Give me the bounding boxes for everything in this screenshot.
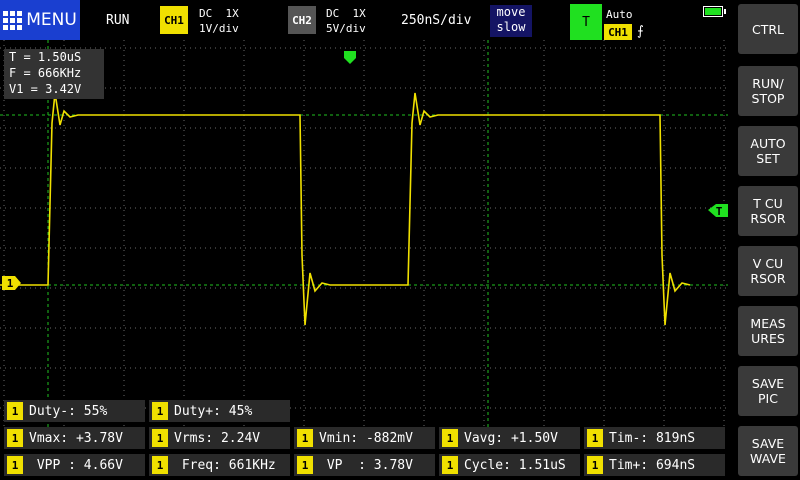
measure-text: Vmax: +3.78V	[29, 430, 123, 446]
cursor-lines	[0, 40, 728, 428]
ch1-badge-small: 1	[587, 429, 603, 447]
move-speed: slow	[496, 20, 526, 34]
measure-text: VPP : 4.66V	[29, 457, 123, 473]
ch1-ground-label: 1	[7, 277, 14, 290]
ch1-badge-small: 1	[152, 402, 168, 420]
plot-grid	[0, 40, 728, 428]
timebase[interactable]: 250nS/div	[401, 13, 471, 28]
ch1-badge[interactable]: CH1	[160, 6, 188, 34]
side-menu: CTRL RUN/ STOP AUTO SET T CU RSOR V CU R…	[736, 0, 800, 480]
ch1-badge-small: 1	[442, 456, 458, 474]
measure-text: Tim-: 819nS	[609, 430, 696, 446]
ch1-badge-small: 1	[152, 429, 168, 447]
measure-vpp[interactable]: 1 VPP : 4.66V	[4, 454, 145, 476]
measure-vp[interactable]: 1 VP : 3.78V	[294, 454, 435, 476]
battery-icon	[703, 6, 726, 17]
ch2-probe: 1X	[352, 7, 366, 20]
save-wave-button[interactable]: SAVE WAVE	[738, 426, 798, 476]
rising-edge-icon: ⨍	[637, 24, 644, 39]
ch1-badge-small: 1	[297, 456, 313, 474]
measure-vmax[interactable]: 1 Vmax: +3.78V	[4, 427, 145, 449]
measure-text: Vrms: 2.24V	[174, 430, 261, 446]
trigger-button[interactable]: T	[570, 4, 602, 40]
measures-button[interactable]: MEAS URES	[738, 306, 798, 356]
trigger-position-marker	[344, 51, 356, 64]
measure-text: Freq: 661KHz	[174, 457, 276, 473]
trigger-level-label: T	[716, 205, 723, 218]
grid-menu-icon	[3, 10, 23, 30]
ctrl-button[interactable]: CTRL	[738, 4, 798, 54]
move-speed-toggle[interactable]: move slow	[490, 5, 532, 37]
ch1-probe: 1X	[225, 7, 239, 20]
measure-text: Duty-: 55%	[29, 403, 108, 419]
measure-text: Vavg: +1.50V	[464, 430, 558, 446]
save-pic-button[interactable]: SAVE PIC	[738, 366, 798, 416]
auto-set-button[interactable]: AUTO SET	[738, 126, 798, 176]
measure-freq[interactable]: 1 Freq: 661KHz	[149, 454, 290, 476]
ch1-badge-small: 1	[7, 402, 23, 420]
menu-button[interactable]: MENU	[0, 0, 80, 40]
trigger-mode: Auto	[606, 8, 633, 21]
menu-label: MENU	[26, 10, 77, 30]
ch1-badge-small: 1	[442, 429, 458, 447]
ch1-badge-small: 1	[587, 456, 603, 474]
t-cursor-button[interactable]: T CU RSOR	[738, 186, 798, 236]
measure-text: Duty+: 45%	[174, 403, 253, 419]
frequency-readout: F = 666KHz	[9, 66, 82, 80]
ch1-badge-small: 1	[152, 456, 168, 474]
ch1-coupling: DC	[199, 7, 213, 20]
measure-tim-plus[interactable]: 1 Tim+: 694nS	[584, 454, 725, 476]
measure-text: Cycle: 1.51uS	[464, 457, 566, 473]
measure-vrms[interactable]: 1 Vrms: 2.24V	[149, 427, 290, 449]
ch1-badge-small: 1	[7, 429, 23, 447]
ch1-badge-small: 1	[297, 429, 313, 447]
measure-text: VP : 3.78V	[319, 457, 413, 473]
measure-vmin[interactable]: 1 Vmin: -882mV	[294, 427, 435, 449]
measure-vavg[interactable]: 1 Vavg: +1.50V	[439, 427, 580, 449]
ch1-badge-small: 1	[7, 456, 23, 474]
period-readout: T = 1.50uS	[9, 50, 82, 64]
cursor-info-panel: T = 1.50uS F = 666KHz V1 = 3.42V	[4, 49, 104, 99]
ch2-coupling: DC	[326, 7, 340, 20]
ch2-settings[interactable]: DC 1X 5V/div	[326, 6, 366, 36]
ch2-scale: 5V/div	[326, 22, 366, 35]
move-label: move	[496, 5, 526, 19]
waveform-display[interactable]: T 1	[0, 40, 728, 428]
measure-tim-minus[interactable]: 1 Tim-: 819nS	[584, 427, 725, 449]
trigger-channel-badge: CH1	[604, 24, 632, 40]
measure-cycle[interactable]: 1 Cycle: 1.51uS	[439, 454, 580, 476]
measure-duty-minus[interactable]: 1 Duty-: 55%	[4, 400, 145, 422]
measure-duty-plus[interactable]: 1 Duty+: 45%	[149, 400, 290, 422]
run-stop-button[interactable]: RUN/ STOP	[738, 66, 798, 116]
run-state[interactable]: RUN	[106, 13, 129, 28]
ch2-badge[interactable]: CH2	[288, 6, 316, 34]
ch1-scale: 1V/div	[199, 22, 239, 35]
measure-text: Vmin: -882mV	[319, 430, 413, 446]
measure-text: Tim+: 694nS	[609, 457, 696, 473]
ch1-settings[interactable]: DC 1X 1V/div	[199, 6, 239, 36]
v-cursor-button[interactable]: V CU RSOR	[738, 246, 798, 296]
v1-readout: V1 = 3.42V	[9, 82, 82, 96]
